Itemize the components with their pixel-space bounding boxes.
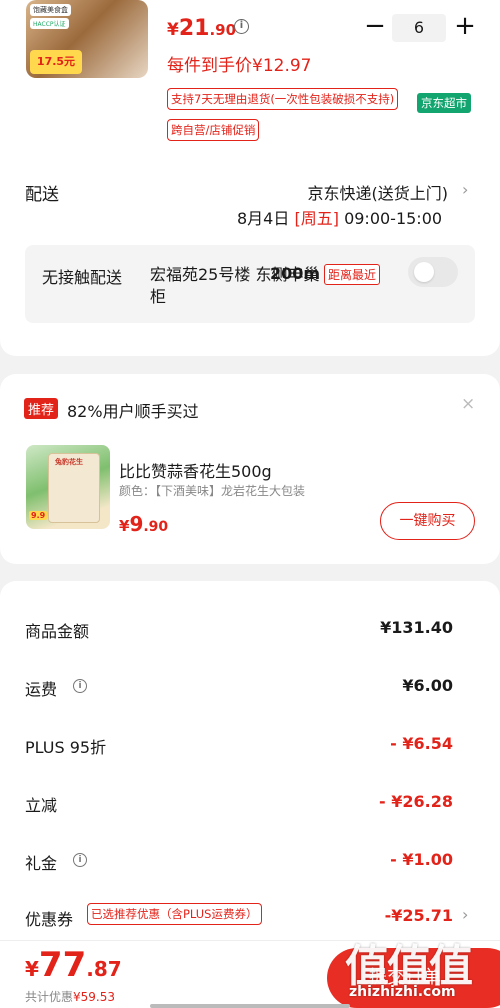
recommend-product-variant: 颜色：【下酒美味】龙岩花生大包装 (119, 484, 306, 498)
quantity-input[interactable]: 6 (392, 14, 446, 42)
nearest-badge: 距离最近 (324, 264, 381, 285)
product-thumbnail[interactable]: 饱藏美食盒 HACCP认证 17.5元 (26, 0, 148, 78)
recommend-product-title[interactable]: 比比赞蒜香花生500g (119, 458, 272, 482)
close-icon[interactable]: × (461, 394, 475, 414)
total-saved[interactable]: 共计优惠¥59.53 (25, 988, 115, 1005)
summary-label: 礼金 (25, 854, 58, 873)
summary-value: - ¥6.54 (390, 734, 453, 753)
site-watermark: 值值值 zhizhizhi.com (345, 930, 495, 1008)
product-price: ¥21.90 (167, 16, 237, 41)
summary-label: 商品金额 (25, 622, 90, 641)
recommendation-card: 推荐 82%用户顺手买过 × 兔豹花生 9.9 比比赞蒜香花生500g 颜色：【… (0, 374, 500, 564)
coupon-tag[interactable]: 已选推荐优惠（含PLUS运费券） (87, 903, 262, 925)
delivery-date[interactable]: 8月4日 [周五] 09:00-15:00 (237, 205, 442, 229)
recommend-product-image[interactable]: 兔豹花生 9.9 (26, 445, 110, 529)
recommend-product-price: ¥9.90 (119, 512, 169, 536)
summary-label: 运费 (25, 680, 58, 699)
home-indicator (150, 1004, 350, 1008)
recommend-tag: 推荐 (24, 398, 59, 419)
chevron-right-icon[interactable]: › (462, 905, 468, 924)
per-item-price: 每件到手价¥12.97 (167, 56, 312, 76)
chevron-right-icon[interactable]: › (462, 180, 468, 199)
info-icon[interactable]: i (73, 679, 87, 693)
one-click-buy-button[interactable]: 一键购买 (380, 502, 475, 540)
watermark-site: zhizhizhi.com (349, 984, 456, 1000)
info-icon[interactable]: i (234, 19, 249, 34)
contactless-delivery-panel: 无接触配送 宏福苑25号楼 东侧丰巢柜 200m 距离最近 (25, 245, 475, 323)
summary-label: 优惠券 (25, 910, 74, 929)
order-product-card: 饱藏美食盒 HACCP认证 17.5元 ¥21.90 i − 6 + 每件到手价… (0, 0, 500, 356)
thumb-price-tag: 17.5元 (30, 50, 82, 74)
summary-label: PLUS 95折 (25, 738, 107, 757)
contactless-label: 无接触配送 (42, 268, 123, 287)
pickup-distance: 200m (270, 264, 321, 283)
summary-label: 立减 (25, 796, 58, 815)
image-price-tag: 9.9 (29, 511, 48, 520)
info-icon[interactable]: i (73, 853, 87, 867)
thumb-tag: HACCP认证 (30, 18, 69, 29)
delivery-label: 配送 (25, 185, 59, 205)
promo-badge[interactable]: 跨自营/店铺促销 (167, 119, 260, 141)
package-graphic: 兔豹花生 (48, 453, 100, 523)
summary-value: - ¥26.28 (379, 792, 453, 811)
total-price: ¥77.87 (25, 945, 122, 985)
thumb-tag: 饱藏美食盒 (30, 4, 71, 16)
return-policy-badge: 支持7天无理由退货(一次性包装破损不支持) (167, 88, 399, 110)
summary-value[interactable]: -¥25.71 (385, 906, 453, 925)
contactless-toggle[interactable] (408, 257, 458, 287)
summary-value: ¥131.40 (380, 618, 453, 637)
jd-market-badge: 京东超市 (417, 93, 471, 113)
summary-value: ¥6.00 (402, 676, 453, 695)
toggle-knob (414, 262, 434, 282)
quantity-plus-button[interactable]: + (454, 13, 476, 41)
recommend-text: 82%用户顺手买过 (67, 402, 199, 421)
summary-value: - ¥1.00 (390, 850, 453, 869)
delivery-method[interactable]: 京东快递(送货上门) (308, 180, 449, 204)
quantity-minus-button[interactable]: − (364, 13, 386, 40)
